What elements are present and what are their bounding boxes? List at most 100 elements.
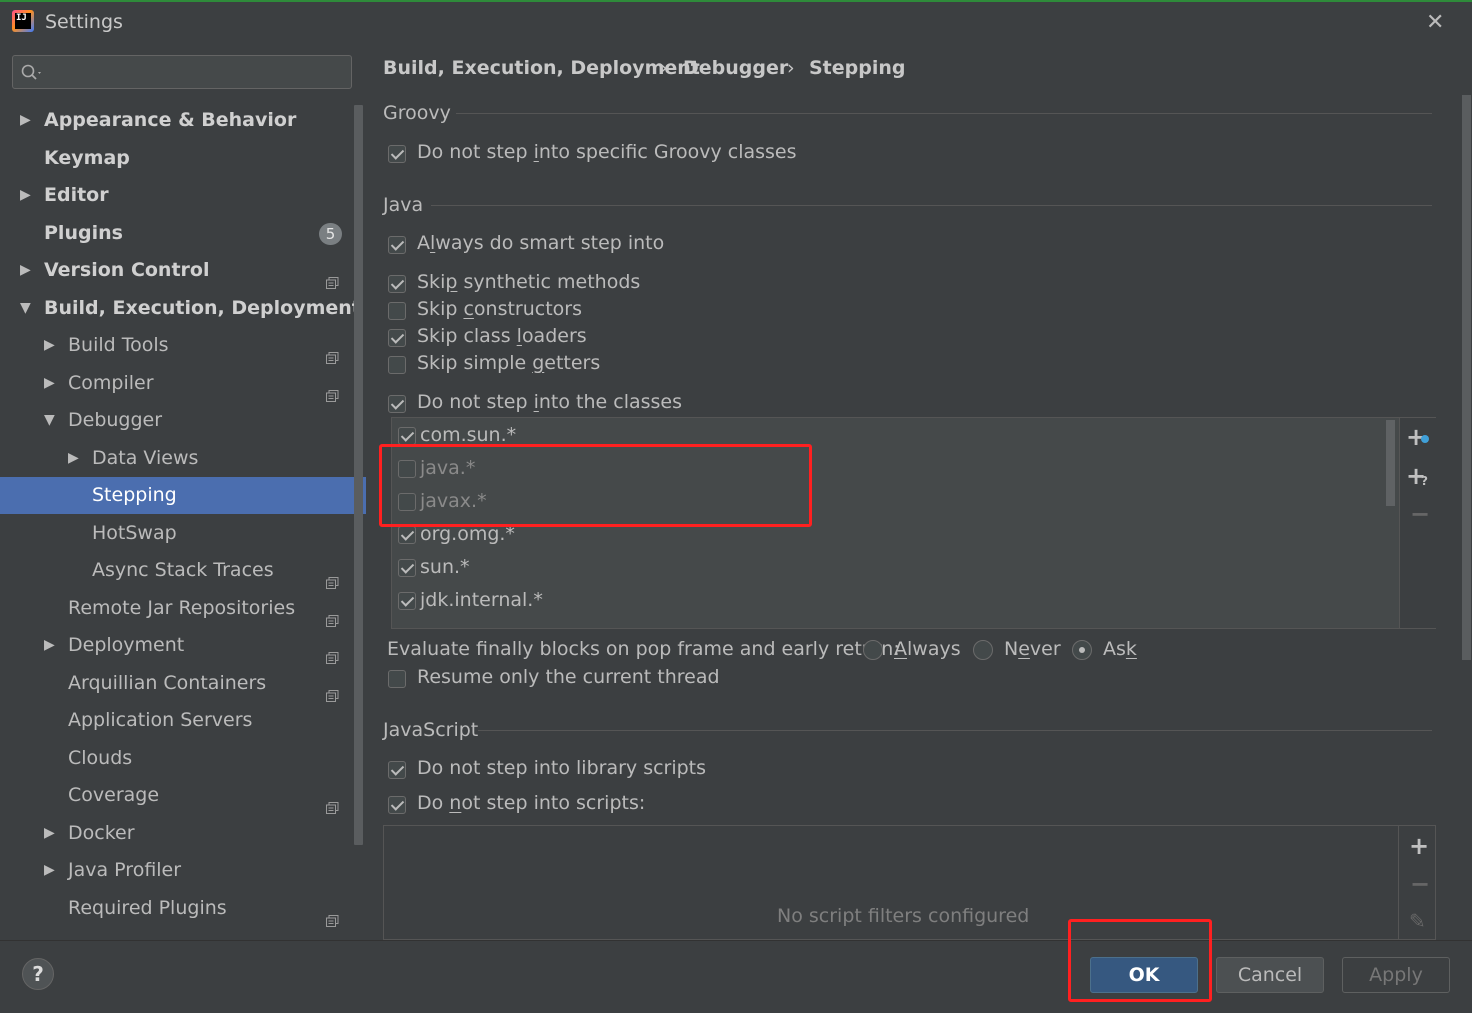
help-button[interactable]: ? — [22, 958, 54, 990]
sidebar-item-version-control[interactable]: ▶ Version Control — [0, 252, 366, 289]
add-pattern-filter-icon[interactable]: +? — [1406, 462, 1428, 490]
checkbox-label: Do not step into specific Groovy classes — [417, 141, 797, 163]
label-text: As — [1103, 638, 1126, 660]
sidebar-item-label: HotSwap — [92, 521, 177, 544]
content-scrollbar[interactable] — [1462, 95, 1471, 660]
checkbox-box[interactable] — [388, 275, 406, 293]
checkbox-box[interactable] — [388, 329, 406, 347]
sidebar-item-appearance-behavior[interactable]: ▶ Appearance & Behavior — [0, 102, 366, 139]
collapsed-arrow-icon[interactable]: ▶ — [44, 365, 55, 402]
sidebar-item-compiler[interactable]: ▶ Compiler — [0, 365, 366, 402]
label-text: Do — [417, 792, 450, 814]
class-filter-row[interactable]: org.omg.* — [392, 523, 1382, 553]
radio-always[interactable] — [863, 640, 883, 660]
breadcrumb-item: Build, Execution, Deployment — [383, 57, 700, 79]
close-icon[interactable]: ✕ — [1426, 10, 1444, 35]
radio-ask[interactable] — [1072, 640, 1092, 660]
script-filter-empty-text: No script filters configured — [777, 905, 1030, 927]
collapsed-arrow-icon[interactable]: ▶ — [20, 177, 31, 214]
sidebar-item-build-execution-deployment[interactable]: ▼ Build, Execution, Deployment — [0, 290, 366, 327]
checkbox-box[interactable] — [388, 145, 406, 163]
class-filter-row[interactable]: sun.* — [392, 556, 1382, 586]
class-filter-scrollbar[interactable] — [1386, 420, 1395, 506]
collapsed-arrow-icon[interactable]: ▶ — [44, 815, 55, 852]
sidebar-scrollbar[interactable] — [354, 105, 363, 845]
sidebar-item-debugger[interactable]: ▼ Debugger — [0, 402, 366, 439]
expanded-arrow-icon[interactable]: ▼ — [20, 290, 31, 327]
class-filter-row[interactable]: jdk.internal.* — [392, 589, 1382, 619]
apply-button[interactable]: Apply — [1342, 957, 1450, 993]
filter-enabled-checkbox[interactable] — [398, 526, 416, 544]
sidebar-item-editor[interactable]: ▶ Editor — [0, 177, 366, 214]
highlight-box-ok — [1068, 919, 1212, 1002]
sidebar-item-hotswap[interactable]: HotSwap — [0, 515, 366, 552]
label-text: Do not step into library scripts — [417, 757, 707, 779]
filter-pattern: com.sun.* — [420, 424, 517, 446]
label-text: onstructors — [473, 298, 583, 320]
section-title-java: Java — [383, 194, 424, 216]
edit-pencil-icon[interactable]: ✎ — [1409, 909, 1426, 933]
sidebar-item-build-tools[interactable]: ▶ Build Tools — [0, 327, 366, 364]
sidebar-item-remote-jar-repositories[interactable]: Remote Jar Repositories — [0, 590, 366, 627]
project-level-icon — [326, 565, 339, 589]
checkbox-label: Resume only the current thread — [417, 666, 720, 688]
mnemonic-char: c — [463, 298, 474, 320]
breadcrumb-item: Stepping — [809, 57, 906, 79]
sidebar-item-clouds[interactable]: Clouds — [0, 740, 366, 777]
sidebar-item-coverage[interactable]: Coverage — [0, 777, 366, 814]
project-level-icon — [326, 603, 339, 627]
sidebar-item-stepping[interactable]: Stepping — [0, 477, 366, 514]
sidebar-item-keymap[interactable]: Keymap — [0, 140, 366, 177]
radio-never[interactable] — [973, 640, 993, 660]
checkbox-label: Do not step into library scripts — [417, 757, 706, 779]
section-title-groovy: Groovy — [383, 102, 451, 124]
sidebar-item-label: Deployment — [68, 634, 185, 656]
search-input[interactable] — [12, 55, 352, 89]
sidebar-item-label: Docker — [68, 821, 135, 844]
checkbox-box[interactable] — [388, 395, 406, 413]
intellij-app-icon: IJ — [12, 10, 34, 32]
class-filter-toolbar: + +? − — [1399, 418, 1437, 628]
sidebar-item-plugins[interactable]: Plugins 5 — [0, 215, 366, 252]
sidebar-item-label: Plugins — [44, 221, 123, 244]
collapsed-arrow-icon[interactable]: ▶ — [20, 102, 31, 139]
checkbox-box[interactable] — [388, 236, 406, 254]
filter-enabled-checkbox[interactable] — [398, 592, 416, 610]
add-script-filter-icon[interactable]: + — [1409, 832, 1429, 860]
collapsed-arrow-icon[interactable]: ▶ — [68, 440, 79, 477]
remove-script-filter-icon[interactable]: − — [1410, 870, 1430, 898]
sidebar-item-application-servers[interactable]: Application Servers — [0, 702, 366, 739]
checkbox-box[interactable] — [388, 302, 406, 320]
project-level-icon — [326, 640, 339, 664]
sidebar-item-label: Async Stack Traces — [92, 559, 274, 581]
label-text: Skip class — [417, 325, 517, 347]
label-text: ver — [1029, 638, 1061, 660]
add-class-filter-icon[interactable]: + — [1406, 423, 1429, 451]
checkbox-label: Always do smart step into — [417, 232, 664, 254]
sidebar-item-deployment[interactable]: ▶ Deployment — [0, 627, 366, 664]
filter-enabled-checkbox[interactable] — [398, 559, 416, 577]
checkbox-box[interactable] — [388, 356, 406, 374]
checkbox-box[interactable] — [388, 796, 406, 814]
filter-enabled-checkbox[interactable] — [398, 427, 416, 445]
label-text: Do not step — [417, 141, 534, 163]
remove-filter-icon[interactable]: − — [1410, 500, 1430, 528]
collapsed-arrow-icon[interactable]: ▶ — [44, 627, 55, 664]
filter-pattern: sun.* — [420, 556, 470, 578]
checkbox-box[interactable] — [388, 761, 406, 779]
label-text: synthetic methods — [457, 271, 641, 293]
label-text: A — [417, 232, 430, 254]
collapsed-arrow-icon[interactable]: ▶ — [44, 852, 55, 889]
cancel-button[interactable]: Cancel — [1216, 957, 1324, 993]
expanded-arrow-icon[interactable]: ▼ — [44, 402, 55, 439]
sidebar-item-data-views[interactable]: ▶ Data Views — [0, 440, 366, 477]
collapsed-arrow-icon[interactable]: ▶ — [20, 252, 31, 289]
label-text: lways — [907, 638, 961, 660]
sidebar-item-java-profiler[interactable]: ▶ Java Profiler — [0, 852, 366, 889]
checkbox-box[interactable] — [388, 670, 406, 688]
sidebar-item-async-stack-traces[interactable]: Async Stack Traces — [0, 552, 366, 589]
collapsed-arrow-icon[interactable]: ▶ — [44, 327, 55, 364]
sidebar-item-docker[interactable]: ▶ Docker — [0, 815, 366, 852]
sidebar-item-required-plugins[interactable]: Required Plugins — [0, 890, 366, 927]
sidebar-item-arquillian-containers[interactable]: Arquillian Containers — [0, 665, 366, 702]
